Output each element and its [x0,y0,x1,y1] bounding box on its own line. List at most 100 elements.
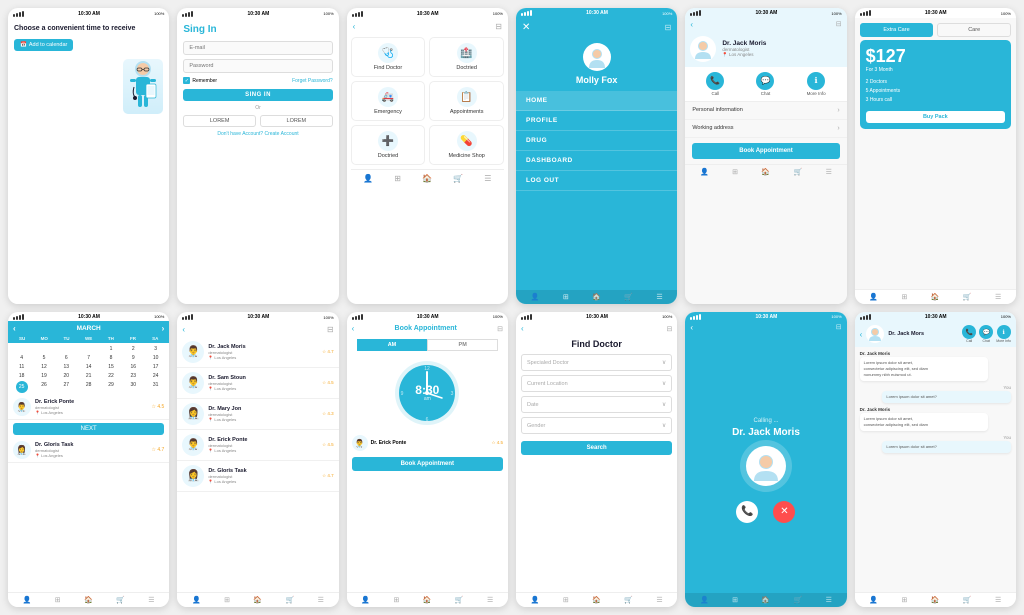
book-appointment-btn-9[interactable]: Book Appointment [352,457,503,471]
menu-home[interactable]: HOME [516,91,677,111]
nav-cart-icon-3[interactable]: 🛒 [453,174,463,183]
social-btn-1[interactable]: LOREM [183,115,256,127]
end-call-button[interactable]: ✕ [773,501,795,523]
nav-menu-8[interactable]: ☰ [318,596,324,604]
call-action-5[interactable]: 📞 Call [706,72,724,96]
back-arrow-5[interactable]: ‹ [690,20,693,29]
nav-person-12[interactable]: 👤 [869,596,878,604]
menu-item-doctried2[interactable]: ➕ Doctried [351,125,426,165]
nav-menu-icon-3[interactable]: ☰ [484,174,491,183]
nav-person-11[interactable]: 👤 [700,596,709,604]
pm-button[interactable]: PM [427,339,498,351]
chat-btn-12[interactable]: 💬 [979,325,993,339]
nav-grid-8[interactable]: ⊞ [224,596,230,604]
nav-home-9[interactable]: 🏠 [423,596,432,604]
nav-cart-11[interactable]: 🛒 [794,596,803,604]
gender-dropdown[interactable]: Gender ∨ [521,417,672,434]
back-arrow-8[interactable]: ‹ [182,325,185,334]
email-field[interactable] [183,41,332,55]
nav-home-7[interactable]: 🏠 [84,596,93,604]
location-dropdown[interactable]: Current Location ∨ [521,375,672,392]
chat-action-5[interactable]: 💬 Chat [756,72,774,96]
search-button-10[interactable]: Search [521,441,672,455]
nav-cart-icon-4[interactable]: 🛒 [624,293,633,301]
menu-profile[interactable]: PROFILE [516,111,677,131]
filter-icon-8[interactable]: ⊟ [327,325,334,334]
nav-home-11[interactable]: 🏠 [761,596,770,604]
filter-icon-11[interactable]: ⊟ [836,323,842,332]
nav-grid-7[interactable]: ⊞ [55,596,61,604]
date-dropdown[interactable]: Date ∨ [521,396,672,413]
remember-checkbox[interactable]: ✓ [183,77,190,84]
filter-icon-10[interactable]: ⊟ [666,325,672,333]
doctor-list-item-4[interactable]: 👨‍⚕️ Dr. Erick Ponte dermatologist 📍 Los… [177,430,338,461]
nav-person-8[interactable]: 👤 [192,596,201,604]
next-button-7[interactable]: NEXT [13,423,164,435]
back-arrow-12[interactable]: ‹ [860,330,863,339]
info-btn-12[interactable]: ℹ [997,325,1011,339]
nav-home-10[interactable]: 🏠 [592,596,601,604]
nav-grid-icon-3[interactable]: ⊞ [394,174,401,183]
nav-cart-12[interactable]: 🛒 [963,596,972,604]
back-arrow-3[interactable]: ‹ [353,22,356,31]
nav-menu-icon-5[interactable]: ☰ [826,168,832,176]
nav-grid-11[interactable]: ⊞ [732,596,738,604]
specialty-dropdown[interactable]: Specialed Doctor ∨ [521,354,672,371]
doctor-list-item-2[interactable]: 👨‍⚕️ Dr. Sam Stoun dermatologist 📍 Los A… [177,368,338,399]
nav-home-12[interactable]: 🏠 [931,596,940,604]
nav-person-icon-3[interactable]: 👤 [363,174,373,183]
nav-person-icon-5[interactable]: 👤 [700,168,709,176]
doctor-list-item-5[interactable]: 👩‍⚕️ Dr. Gloris Task dermatologist 📍 Los… [177,461,338,492]
nav-menu-10[interactable]: ☰ [656,596,662,604]
nav-home-icon-5[interactable]: 🏠 [761,168,770,176]
nav-grid-10[interactable]: ⊞ [563,596,569,604]
filter-icon-5[interactable]: ⊟ [836,20,842,28]
signin-button[interactable]: SING IN [183,89,332,101]
nav-cart-icon-5[interactable]: 🛒 [794,168,803,176]
book-appointment-btn-5[interactable]: Book Appointment [692,143,839,159]
next-month-button[interactable]: › [162,324,165,333]
nav-cart-10[interactable]: 🛒 [624,596,633,604]
nav-menu-12[interactable]: ☰ [995,596,1001,604]
answer-call-button[interactable]: 📞 [736,501,758,523]
care-tab[interactable]: Care [937,23,1011,37]
menu-item-doctried[interactable]: 🏥 Doctried [429,37,504,77]
nav-home-icon-4[interactable]: 🏠 [592,293,601,301]
buy-pack-button[interactable]: Buy Pack [866,111,1005,123]
social-btn-2[interactable]: LOREM [260,115,333,127]
nav-menu-7[interactable]: ☰ [148,596,154,604]
forgot-password-link[interactable]: Forget Password? [292,78,333,84]
nav-person-9[interactable]: 👤 [361,596,370,604]
nav-grid-icon-5[interactable]: ⊞ [732,168,738,176]
nav-person-icon-6[interactable]: 👤 [869,293,878,301]
nav-menu-9[interactable]: ☰ [487,596,493,604]
nav-grid-icon-6[interactable]: ⊞ [901,293,907,301]
menu-logout[interactable]: LOG OUT [516,171,677,191]
nav-cart-8[interactable]: 🛒 [286,596,295,604]
nav-home-icon-3[interactable]: 🏠 [422,174,432,183]
nav-cart-9[interactable]: 🛒 [455,596,464,604]
doctor-list-item-1[interactable]: 👨‍⚕️ Dr. Jack Moris dermatologist 📍 Los … [177,337,338,368]
nav-grid-12[interactable]: ⊞ [901,596,907,604]
call-btn-12[interactable]: 📞 [962,325,976,339]
menu-dashboard[interactable]: DASHBOARD [516,151,677,171]
nav-person-icon-4[interactable]: 👤 [531,293,540,301]
close-button-4[interactable]: ✕ [522,22,530,33]
filter-icon-9[interactable]: ⊟ [497,325,503,333]
nav-person-10[interactable]: 👤 [531,596,540,604]
menu-item-find-doctor[interactable]: 🩺 Find Doctor [351,37,426,77]
nav-cart-7[interactable]: 🛒 [116,596,125,604]
nav-cart-icon-6[interactable]: 🛒 [963,293,972,301]
nav-menu-icon-4[interactable]: ☰ [656,293,662,301]
nav-grid-icon-4[interactable]: ⊞ [563,293,569,301]
menu-item-medicine[interactable]: 💊 Medicine Shop [429,125,504,165]
back-arrow-10[interactable]: ‹ [521,324,524,333]
working-address-5[interactable]: Working address › [685,120,846,138]
menu-item-emergency[interactable]: 🚑 Emergency [351,81,426,121]
nav-home-icon-6[interactable]: 🏠 [931,293,940,301]
doctor-list-item-3[interactable]: 👩‍⚕️ Dr. Mary Jon dermatologist 📍 Los An… [177,399,338,430]
back-arrow-9[interactable]: ‹ [352,324,355,333]
back-arrow-11[interactable]: ‹ [690,323,693,332]
nav-home-8[interactable]: 🏠 [253,596,262,604]
menu-drug[interactable]: DRUG [516,131,677,151]
